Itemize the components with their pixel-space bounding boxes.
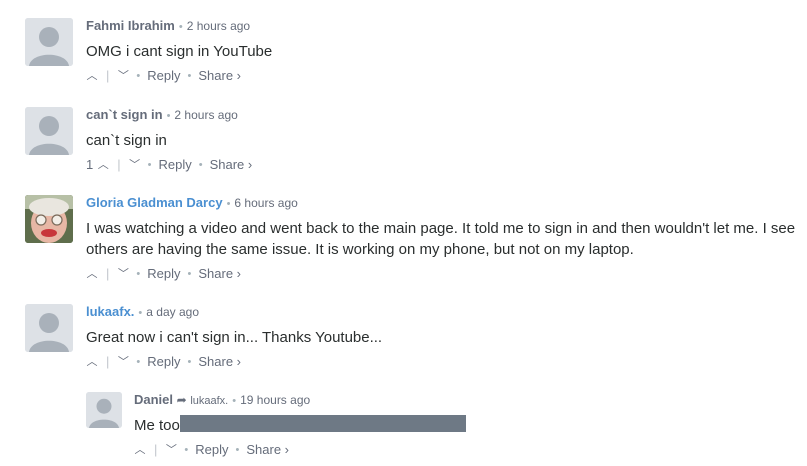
- vote-divider: |: [106, 68, 110, 83]
- reply-arrow-icon: ➦: [176, 393, 187, 407]
- separator-dot: •: [187, 268, 192, 280]
- vote-divider: |: [117, 157, 121, 172]
- avatar[interactable]: [25, 304, 73, 352]
- redacted-block: [179, 415, 466, 432]
- separator-dot: •: [187, 356, 192, 368]
- comment-time[interactable]: 6 hours ago: [234, 196, 297, 210]
- chevron-up-icon[interactable]: ︿: [86, 354, 98, 370]
- share-button[interactable]: Share ›: [198, 266, 241, 282]
- vote-divider: |: [106, 354, 110, 369]
- comment-actions: 1 ︿ | ﹀ • Reply • Share ›: [86, 157, 252, 173]
- separator-dot: •: [235, 444, 240, 456]
- share-button[interactable]: Share ›: [246, 442, 289, 458]
- comment-time[interactable]: 2 hours ago: [174, 108, 237, 122]
- comment-author[interactable]: Daniel: [134, 392, 173, 407]
- reply-button[interactable]: Reply: [147, 68, 180, 84]
- avatar[interactable]: [25, 18, 73, 66]
- comment-text: I was watching a video and went back to …: [86, 220, 796, 258]
- comment-text: can`t sign in: [86, 132, 167, 149]
- separator-dot: •: [138, 307, 143, 319]
- chevron-down-icon[interactable]: ﹀: [117, 68, 129, 84]
- separator-dot: •: [187, 70, 192, 82]
- separator-dot: •: [136, 268, 141, 280]
- vote-divider: |: [154, 442, 158, 457]
- reply-to-author[interactable]: lukaafx.: [190, 395, 228, 407]
- avatar[interactable]: [25, 195, 73, 243]
- comment-author[interactable]: Gloria Gladman Darcy: [86, 195, 223, 210]
- chevron-up-icon[interactable]: ︿: [134, 442, 146, 458]
- reply-button[interactable]: Reply: [147, 266, 180, 282]
- share-button[interactable]: Share ›: [198, 354, 241, 370]
- separator-dot: •: [198, 159, 203, 171]
- chevron-down-icon[interactable]: ﹀: [117, 354, 129, 370]
- vote-count: 1: [86, 157, 94, 172]
- comment-author[interactable]: lukaafx.: [86, 304, 134, 319]
- separator-dot: •: [232, 395, 237, 407]
- chevron-up-icon[interactable]: ︿: [86, 68, 98, 84]
- vote-divider: |: [106, 266, 110, 281]
- avatar[interactable]: [25, 107, 73, 155]
- chevron-down-icon[interactable]: ﹀: [129, 157, 141, 173]
- comment-actions: ︿ | ﹀ • Reply • Share ›: [86, 354, 382, 370]
- separator-dot: •: [226, 198, 231, 210]
- comment-author[interactable]: Fahmi Ibrahim: [86, 18, 175, 33]
- reply-button[interactable]: Reply: [158, 157, 191, 173]
- separator-dot: •: [136, 356, 141, 368]
- comment-actions: ︿ | ﹀ • Reply • Share ›: [86, 68, 272, 84]
- comment-actions: ︿ | ﹀ • Reply • Share ›: [86, 266, 800, 282]
- share-button[interactable]: Share ›: [198, 68, 241, 84]
- chevron-down-icon[interactable]: ﹀: [117, 266, 129, 282]
- avatar[interactable]: [86, 392, 122, 428]
- comment-time[interactable]: 2 hours ago: [187, 19, 250, 33]
- separator-dot: •: [184, 444, 189, 456]
- share-button[interactable]: Share ›: [210, 157, 253, 173]
- comment-time[interactable]: a day ago: [146, 305, 199, 319]
- separator-dot: •: [136, 70, 141, 82]
- comment-text-content: Me too: [134, 417, 180, 434]
- comment-text: Me too: [134, 415, 466, 436]
- chevron-down-icon[interactable]: ﹀: [165, 442, 177, 458]
- reply-button[interactable]: Reply: [195, 442, 228, 458]
- comment-actions: ︿ | ﹀ • Reply • Share ›: [134, 442, 466, 458]
- separator-dot: •: [147, 159, 152, 171]
- reply-button[interactable]: Reply: [147, 354, 180, 370]
- chevron-up-icon[interactable]: ︿: [97, 157, 109, 173]
- comment-text: Great now i can't sign in... Thanks Yout…: [86, 329, 383, 346]
- chevron-up-icon[interactable]: ︿: [86, 266, 98, 282]
- comment-time[interactable]: 19 hours ago: [240, 393, 310, 407]
- comment-text: OMG i cant sign in YouTube: [86, 43, 273, 60]
- separator-dot: •: [166, 110, 171, 122]
- separator-dot: •: [178, 21, 183, 33]
- comment-author[interactable]: can`t sign in: [86, 107, 163, 122]
